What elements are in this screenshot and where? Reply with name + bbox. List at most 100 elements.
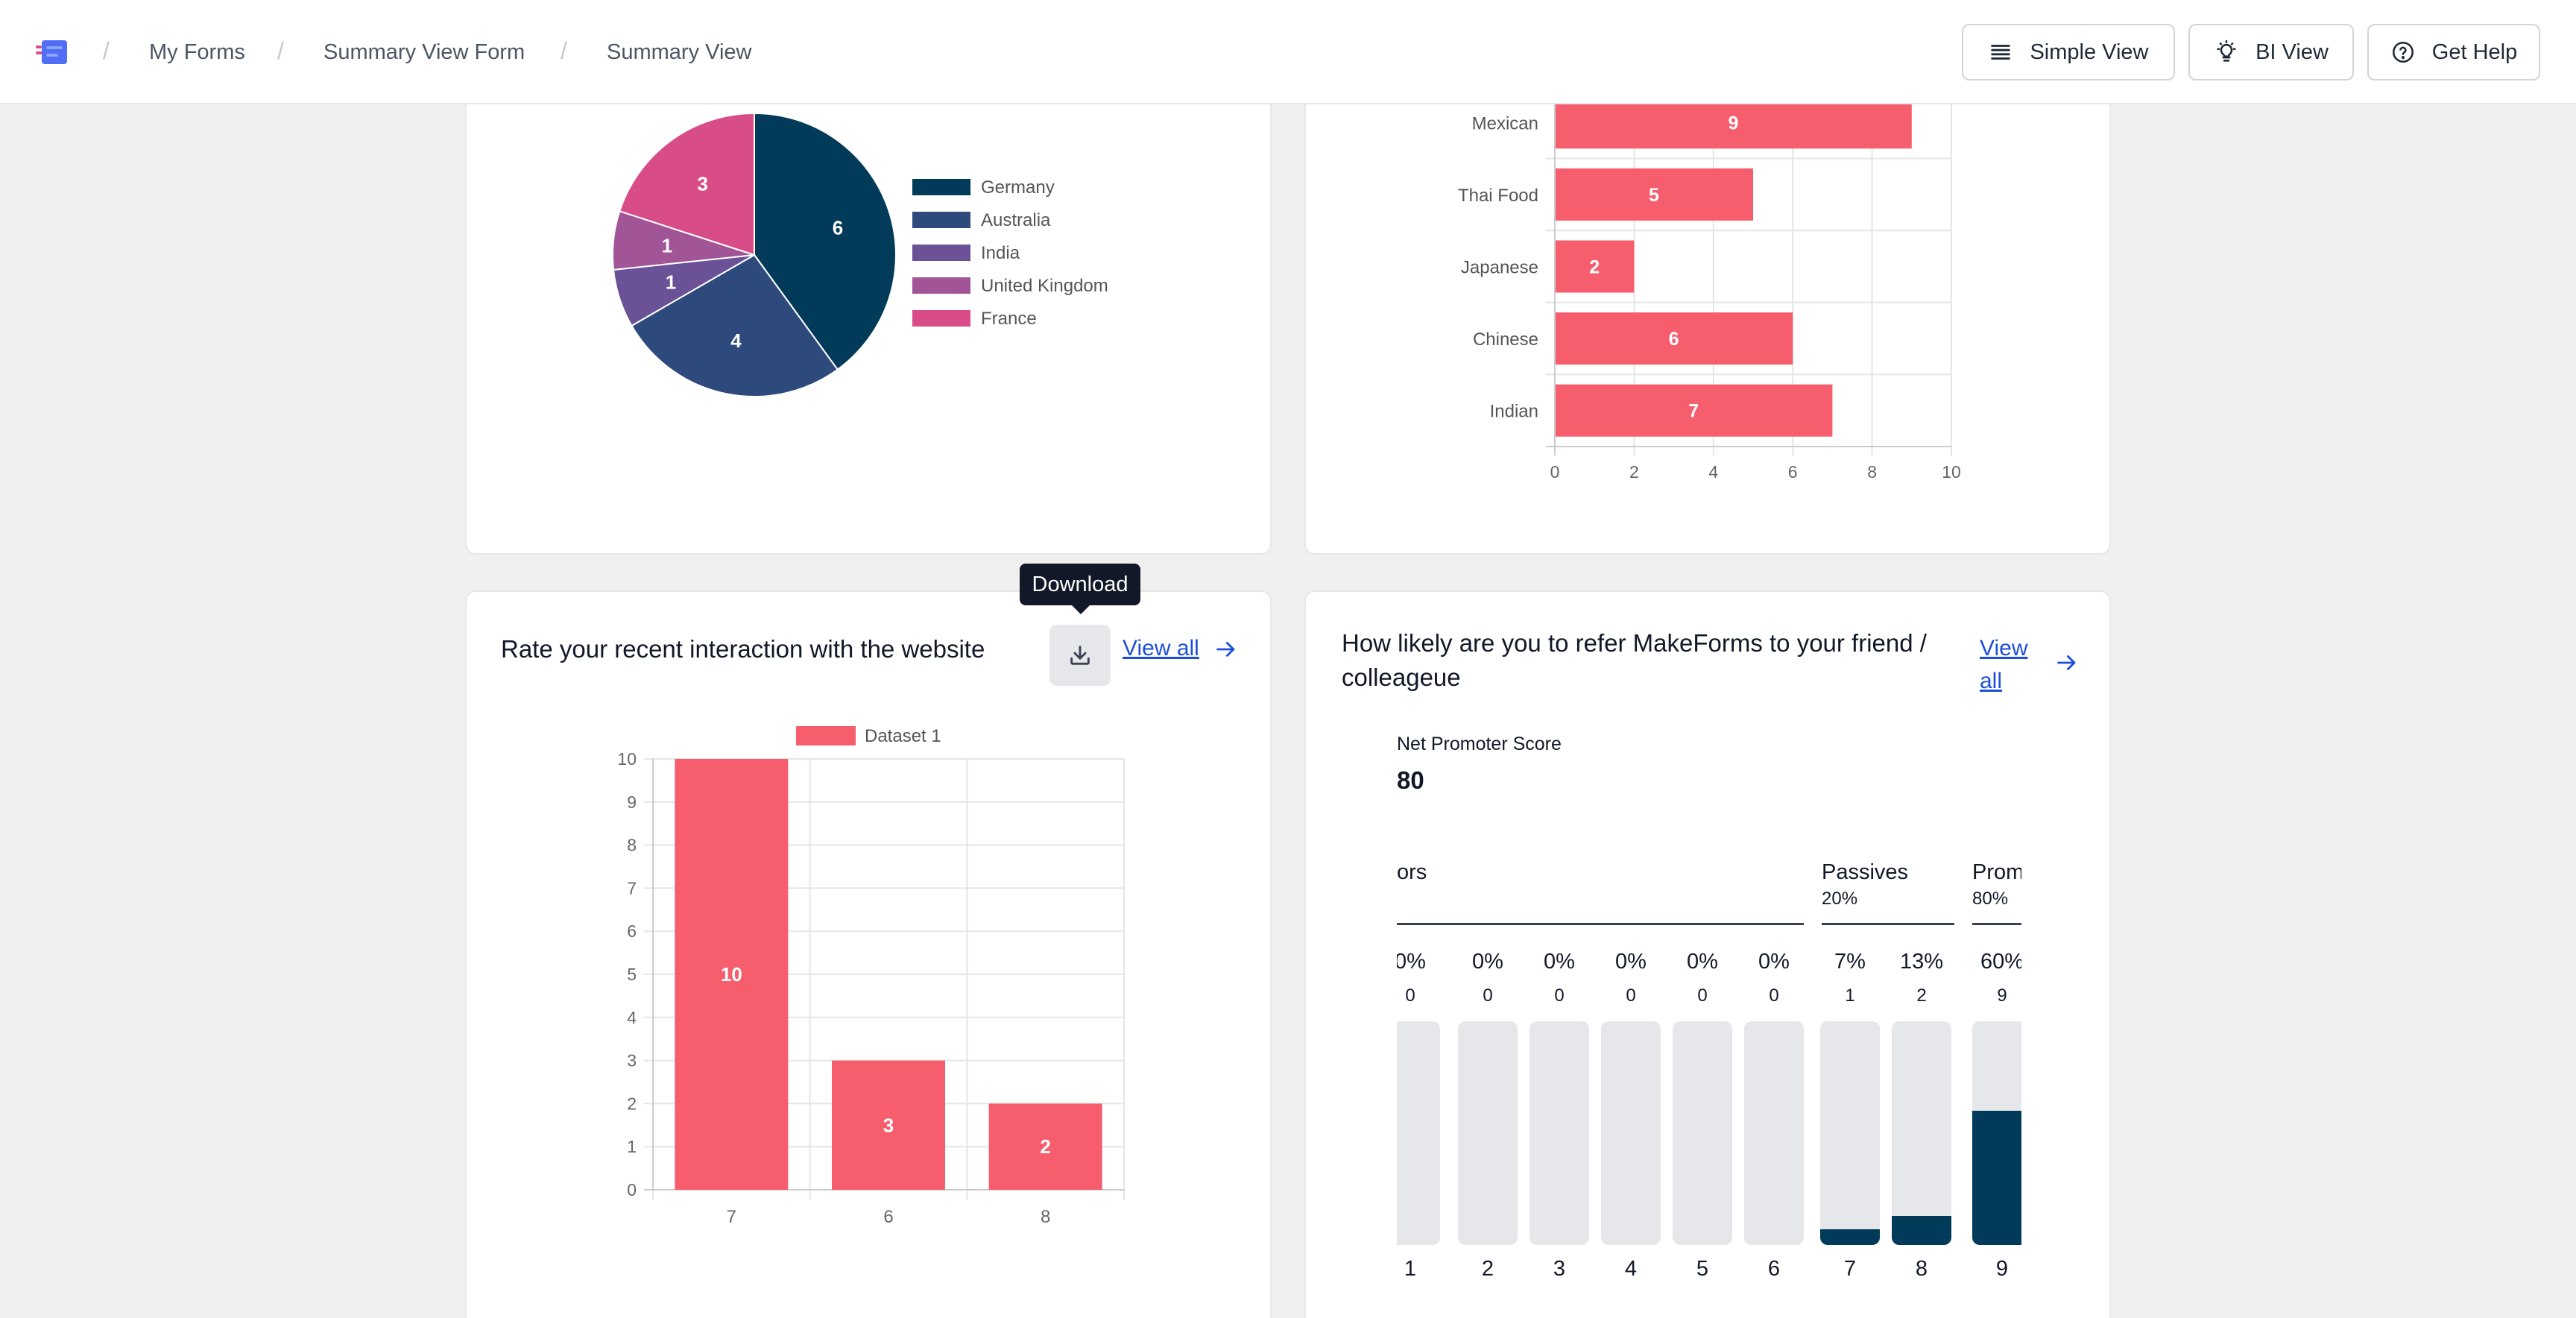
breadcrumb-my-forms[interactable]: My Forms xyxy=(149,39,245,66)
pie-slice-value-label: 4 xyxy=(730,330,742,352)
y-tick-label: 10 xyxy=(617,749,637,769)
nps-column-fill xyxy=(1972,1111,2021,1245)
simple-view-label: Simple View xyxy=(2030,40,2149,64)
nps-column-count: 1 xyxy=(1845,986,1855,1006)
x-tick-label: 8 xyxy=(1867,462,1877,482)
nps-column-bar-4[interactable] xyxy=(1601,1021,1661,1245)
breadcrumb-summary-view: Summary View xyxy=(607,40,752,64)
group-passives-line xyxy=(1822,923,1954,925)
bar-value-label: 10 xyxy=(721,963,742,986)
nps-column-count: 0 xyxy=(1405,986,1415,1006)
x-tick-label: 10 xyxy=(1942,462,1961,482)
nps-column-bar-3[interactable] xyxy=(1530,1021,1589,1245)
y-category-label: Chinese xyxy=(1473,330,1538,350)
rating-card: Rate your recent interaction with the we… xyxy=(465,590,1272,1318)
download-button[interactable] xyxy=(1049,625,1111,686)
bar-value-label: 2 xyxy=(1040,1135,1050,1158)
nps-column-count: 9 xyxy=(1997,986,2007,1006)
x-tick-label: 4 xyxy=(1708,462,1718,482)
nps-score-value: 80 xyxy=(1397,766,1424,794)
breadcrumb-separator: / xyxy=(103,37,110,64)
legend-label[interactable]: Australia xyxy=(981,210,1051,230)
nps-column-score: 2 xyxy=(1481,1257,1494,1281)
nps-column-score: 4 xyxy=(1624,1257,1638,1281)
nps-column-bar-2[interactable] xyxy=(1458,1021,1518,1245)
nps-column-bar-1[interactable] xyxy=(1397,1021,1440,1245)
get-help-label: Get Help xyxy=(2431,40,2518,64)
nps-column-bar-5[interactable] xyxy=(1673,1021,1732,1245)
list-icon xyxy=(1991,45,2011,60)
x-tick-label: 6 xyxy=(883,1207,893,1227)
nps-column-score: 9 xyxy=(1995,1257,2009,1281)
nps-column-fill xyxy=(1820,1229,1880,1245)
group-promoters-line xyxy=(1972,923,2021,925)
legend-label[interactable]: Dataset 1 xyxy=(865,726,941,746)
nps-column-fill xyxy=(1892,1216,1951,1245)
nps-column-count: 0 xyxy=(1697,986,1708,1006)
legend-label[interactable]: France xyxy=(981,309,1037,329)
legend-label[interactable]: Germany xyxy=(981,177,1055,198)
bar-value-label: 3 xyxy=(883,1114,894,1136)
x-tick-label: 0 xyxy=(1550,462,1560,482)
y-tick-label: 6 xyxy=(627,921,637,941)
group-promoters-label: Prom xyxy=(1972,860,2021,884)
y-category-label: Japanese xyxy=(1461,258,1538,278)
breadcrumb-separator: / xyxy=(561,37,567,64)
nps-column-bar-9[interactable] xyxy=(1972,1021,2021,1245)
nps-column-score: 7 xyxy=(1843,1257,1857,1281)
makeforms-logo-icon[interactable] xyxy=(36,39,70,66)
breadcrumb-separator: / xyxy=(277,37,284,64)
bar-value-label: 5 xyxy=(1649,185,1659,206)
x-tick-label: 2 xyxy=(1629,462,1639,482)
nps-view-all-link[interactable]: View all xyxy=(1980,632,2039,698)
x-tick-label: 8 xyxy=(1041,1207,1050,1227)
y-tick-label: 8 xyxy=(627,836,637,855)
nps-column-score: 8 xyxy=(1915,1257,1928,1281)
simple-view-button[interactable]: Simple View xyxy=(1962,24,2175,81)
nps-column-count: 0 xyxy=(1483,986,1493,1006)
y-tick-label: 3 xyxy=(627,1051,637,1071)
cuisine-bar-chart: 0 2 4 6 8 10 9 Mexican 5 Thai Food 2 Japanese 6 Chine… xyxy=(1458,46,1961,482)
x-tick-label: 6 xyxy=(1788,462,1798,482)
nps-column-score: 3 xyxy=(1553,1257,1566,1281)
nps-column-bar-6[interactable] xyxy=(1744,1021,1804,1245)
nps-score-label: Net Promoter Score xyxy=(1397,734,1562,754)
nps-column-score: 5 xyxy=(1696,1257,1709,1281)
legend-label[interactable]: United Kingdom xyxy=(981,276,1108,296)
legend-swatch xyxy=(912,310,970,327)
arrow-right-icon[interactable] xyxy=(2054,650,2080,675)
nps-column-count: 0 xyxy=(1554,986,1565,1006)
pie-slice-value-label: 1 xyxy=(662,235,672,257)
bi-view-button[interactable]: BI View xyxy=(2188,24,2354,81)
y-tick-label: 5 xyxy=(627,965,637,984)
y-tick-label: 0 xyxy=(627,1180,637,1199)
nps-column-score: 6 xyxy=(1767,1257,1781,1281)
pie-slice-value-label: 1 xyxy=(666,271,676,293)
tooltip-tail xyxy=(1072,605,1090,614)
nps-column-pct: 60% xyxy=(1980,950,2021,974)
nps-column-pct: 0% xyxy=(1615,950,1647,974)
rating-bar-chart: Dataset 1 0 1 2 3 4 5 6 7 8 9 10 10 7 3 6 2 8 xyxy=(617,726,1125,1227)
cuisine-bar-chart-card: 0 2 4 6 8 10 9 Mexican 5 Thai Food 2 Japanese 6 Chine… xyxy=(1304,45,2111,555)
nps-distribution: ors Passives 20% Prom 80% 0% 0 1 0% 0 2 0% 0 3 0%… xyxy=(1397,850,2021,1297)
group-passives-pct: 20% xyxy=(1822,889,1858,909)
y-category-label: Mexican xyxy=(1472,113,1538,133)
bar-value-label: 2 xyxy=(1589,257,1600,278)
get-help-button[interactable]: Get Help xyxy=(2367,24,2540,81)
group-detractors-label: ors xyxy=(1397,860,1427,884)
breadcrumb-summary-view-form[interactable]: Summary View Form xyxy=(323,39,525,66)
nps-column-pct: 0% xyxy=(1544,950,1575,974)
legend-swatch xyxy=(912,245,970,261)
y-category-label: Thai Food xyxy=(1458,186,1538,206)
nps-column-bar-7[interactable] xyxy=(1820,1021,1880,1245)
bi-view-label: BI View xyxy=(2255,40,2329,64)
download-tooltip: Download xyxy=(1020,564,1140,605)
y-category-label: Indian xyxy=(1490,402,1538,422)
nps-column-pct: 13% xyxy=(1899,950,1944,974)
legend-swatch xyxy=(912,277,970,294)
nps-column-bar-8[interactable] xyxy=(1892,1021,1951,1245)
nps-column-score: 1 xyxy=(1404,1257,1417,1281)
help-circle-icon xyxy=(2392,41,2414,63)
nps-column-pct: 0% xyxy=(1472,950,1503,974)
legend-label[interactable]: India xyxy=(981,243,1020,263)
